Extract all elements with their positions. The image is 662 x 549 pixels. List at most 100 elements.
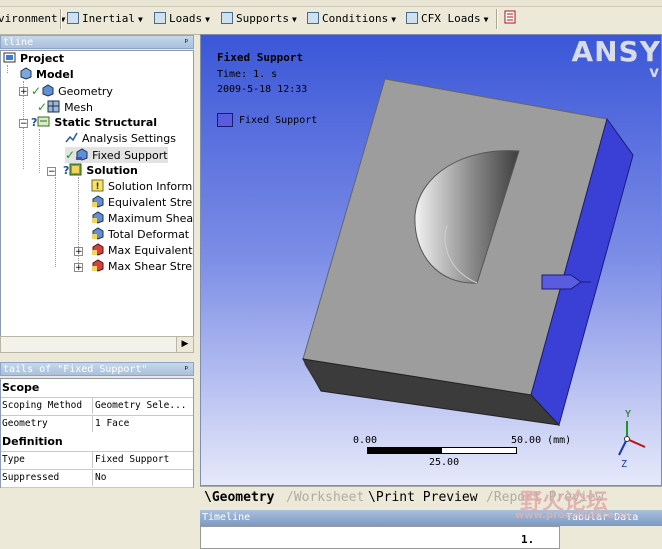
tree-node-total-deformation[interactable]: Total Deformat <box>91 227 189 243</box>
tree-node-label: Fixed Support <box>92 149 168 162</box>
tree-node-project[interactable]: Project <box>3 51 64 67</box>
details-row[interactable]: Scoping Method Geometry Sele... <box>1 397 193 416</box>
watermark-url: www.proewildfire.cn <box>515 510 631 521</box>
timeline-chart[interactable]: 1. <box>200 526 560 549</box>
details-value[interactable]: Geometry Sele... <box>92 397 192 414</box>
expand-icon[interactable]: + <box>19 87 28 97</box>
static-structural-icon <box>37 116 50 127</box>
loads-menu[interactable]: Loads ▼ <box>154 10 210 28</box>
cfx-loads-label: CFX Loads <box>421 12 481 25</box>
tree-node-static-structural[interactable]: ? Static Structural <box>31 115 157 131</box>
axis-y-label: Y <box>625 409 632 420</box>
tree-node-label: Max Equivalent <box>108 244 193 257</box>
details-row[interactable]: Suppressed No <box>1 469 193 488</box>
tab-label: Print Preview <box>375 490 478 505</box>
result-icon <box>92 195 104 208</box>
result-tool-icon <box>92 243 104 256</box>
tree-node-mesh[interactable]: ✓ Mesh <box>37 99 93 115</box>
tree-node-geometry[interactable]: ✓ Geometry <box>31 83 113 99</box>
tree-node-fixed-support[interactable]: ✓ Fixed Support <box>65 147 168 163</box>
pin-icon[interactable]: ᵖ <box>184 36 189 50</box>
collapse-icon[interactable]: − <box>47 167 56 177</box>
conditions-menu[interactable]: Conditions ▼ <box>307 10 396 28</box>
details-key: Scoping Method <box>2 400 83 411</box>
tree-node-solution[interactable]: ? Solution <box>63 163 138 179</box>
tree-node-label: Mesh <box>64 101 94 114</box>
graphics-viewport[interactable]: ANSY v Fixed Support Time: 1. s 2009-5-1… <box>200 34 662 486</box>
details-section-heading: Scope <box>1 379 193 398</box>
check-icon: ✓ <box>65 148 76 162</box>
tab-worksheet[interactable]: /Worksheet <box>286 490 364 505</box>
chevron-down-icon: ▼ <box>205 15 210 24</box>
tree-node-maximum-shear[interactable]: Maximum Shear <box>91 211 193 227</box>
outline-header: tline ᵖ <box>0 35 194 49</box>
pin-icon[interactable]: ᵖ <box>184 363 189 377</box>
details-row[interactable]: Geometry 1 Face <box>1 415 193 434</box>
tab-label: Geometry <box>211 490 275 505</box>
model-icon <box>20 67 32 80</box>
solution-icon <box>69 163 82 176</box>
inertial-icon <box>67 12 79 24</box>
scale-left-label: 0.00 <box>353 435 378 446</box>
tree-node-equivalent-stress[interactable]: Equivalent Stre <box>91 195 192 211</box>
supports-icon <box>221 12 233 24</box>
tree-node-analysis-settings[interactable]: Analysis Settings <box>65 131 176 147</box>
commands-icon <box>504 10 516 24</box>
tree-line <box>39 129 40 173</box>
result-icon <box>92 211 104 224</box>
tree-node-label: Solution <box>86 164 138 177</box>
chevron-down-icon: ▼ <box>483 15 489 24</box>
details-value[interactable]: Fixed Support <box>92 451 192 468</box>
loads-icon <box>154 12 166 24</box>
environment-label: vironment <box>0 12 58 25</box>
details-key: Type <box>2 454 25 465</box>
information-icon: ! <box>91 179 104 192</box>
outline-horizontal-scrollbar[interactable]: ▶ <box>0 336 194 353</box>
collapse-icon[interactable]: − <box>19 119 28 129</box>
tree-node-max-equivalent[interactable]: Max Equivalent <box>91 243 193 259</box>
tree-node-label: Equivalent Stre <box>108 196 193 209</box>
cfx-loads-menu[interactable]: CFX Loads ▼ <box>406 10 488 28</box>
analysis-settings-icon <box>65 132 78 143</box>
details-key: Suppressed <box>2 472 60 483</box>
scale-right-label: 50.00 (mm) <box>511 435 572 446</box>
tree-node-solution-information[interactable]: ! Solution Inform <box>91 179 192 195</box>
tree-node-label: Static Structural <box>54 116 158 129</box>
tab-print-preview[interactable]: \Print Preview <box>368 490 478 505</box>
details-header: tails of "Fixed Support" ᵖ <box>0 362 194 376</box>
tab-geometry[interactable]: \Geometry <box>204 490 274 505</box>
commands-button[interactable] <box>504 10 518 28</box>
tree-line <box>55 177 56 267</box>
details-title: tails of "Fixed Support" <box>3 364 148 375</box>
axis-z-label: Z <box>621 459 628 470</box>
expand-icon[interactable]: + <box>74 263 83 273</box>
tree-node-model[interactable]: Model <box>19 67 74 83</box>
details-value[interactable]: 1 Face <box>92 415 192 432</box>
toolbar-top-strip <box>0 0 662 7</box>
check-icon: ✓ <box>31 84 42 98</box>
expand-icon[interactable]: + <box>74 247 83 257</box>
tree-node-max-shear-stress[interactable]: Max Shear Stre <box>91 259 192 275</box>
chevron-down-icon: ▼ <box>137 15 143 24</box>
result-tool-icon <box>92 259 104 272</box>
mesh-icon <box>47 100 60 113</box>
supports-label: Supports <box>236 12 289 25</box>
supports-menu[interactable]: Supports ▼ <box>221 10 297 28</box>
environment-menu[interactable]: vironment ▼ <box>0 10 65 28</box>
inertial-menu[interactable]: Inertial ▼ <box>67 10 143 28</box>
model-render <box>302 78 646 456</box>
scale-mid-label: 25.00 <box>429 457 460 468</box>
toolbar-separator <box>496 9 498 29</box>
axis-triad <box>618 421 646 456</box>
scale-bar-fill <box>368 448 442 453</box>
tree-node-label: Total Deformat <box>108 228 190 241</box>
scroll-right-button[interactable]: ▶ <box>176 337 193 352</box>
tab-label: Worksheet <box>293 490 365 505</box>
outline-tree: Project Model + ✓ Geometry ✓ Mesh − ? Stati… <box>0 50 194 338</box>
details-row[interactable]: Type Fixed Support <box>1 451 193 470</box>
chevron-down-icon: ▼ <box>391 15 397 24</box>
tree-node-label: Project <box>20 52 65 65</box>
chevron-down-icon: ▼ <box>291 15 297 24</box>
details-value[interactable]: No <box>92 469 192 486</box>
fixed-support-icon <box>76 148 88 161</box>
